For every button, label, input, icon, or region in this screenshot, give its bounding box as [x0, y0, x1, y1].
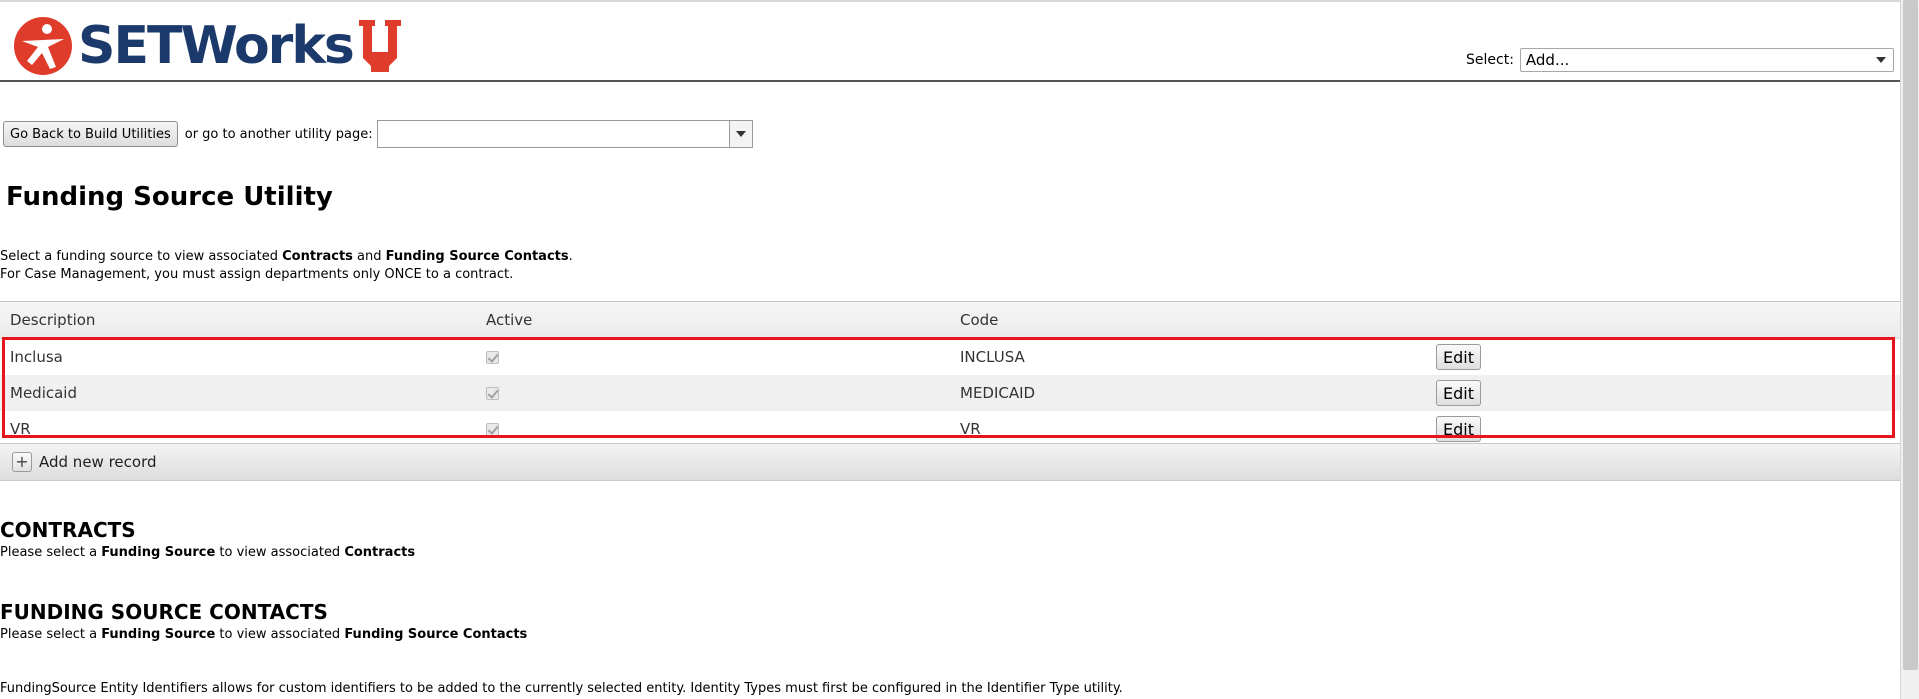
- utility-nav-text: or go to another utility page:: [184, 126, 373, 142]
- app-header: SETWorks Select: Add...: [0, 2, 1900, 82]
- add-new-record-link[interactable]: Add new record: [39, 453, 157, 471]
- intro-line-2: For Case Management, you must assign dep…: [0, 267, 514, 282]
- row-active-cell: [486, 375, 499, 411]
- page-scrollbar[interactable]: [1900, 0, 1919, 699]
- funding-source-grid: Description Active Code Inclusa INCLUSA …: [0, 301, 1900, 447]
- active-checkbox: [486, 386, 499, 400]
- utility-page-select[interactable]: [376, 120, 753, 148]
- funding-source-contacts-heading: FUNDING SOURCE CONTACTS: [0, 600, 328, 624]
- intro-line-1: Select a funding source to view associat…: [0, 248, 573, 266]
- intro-line-1-mid: and: [352, 249, 386, 264]
- row-actions: Edit: [1436, 375, 1481, 411]
- row-description: Inclusa: [10, 348, 63, 366]
- header-select-group: Select: Add...: [1466, 48, 1894, 72]
- logo-person-icon: [14, 17, 72, 75]
- chevron-down-icon: [735, 131, 746, 137]
- page-title: Funding Source Utility: [6, 182, 333, 212]
- table-row[interactable]: Inclusa INCLUSA Edit: [0, 339, 1900, 375]
- table-row[interactable]: Medicaid MEDICAID Edit: [0, 375, 1900, 411]
- edit-button[interactable]: Edit: [1436, 416, 1481, 442]
- intro-contracts-bold: Contracts: [282, 249, 353, 264]
- entity-identifiers-note: FundingSource Entity Identifiers allows …: [0, 681, 1123, 696]
- page: SETWorks Select: Add... Go Back to Build…: [0, 0, 1919, 699]
- row-code: VR: [960, 420, 981, 438]
- grid-header-row: Description Active Code: [0, 302, 1900, 339]
- contracts-heading: CONTRACTS: [0, 518, 136, 542]
- grid-footer: + Add new record: [0, 443, 1900, 481]
- active-checkbox: [486, 422, 499, 436]
- contracts-message-bold2: Contracts: [344, 545, 416, 560]
- add-select-dropdown[interactable]: Add...: [1519, 48, 1894, 72]
- scrollbar-thumb[interactable]: [1903, 0, 1918, 670]
- row-description: Medicaid: [10, 384, 77, 402]
- contacts-message-bold2: Funding Source Contacts: [344, 627, 528, 642]
- row-actions: Edit: [1436, 411, 1481, 447]
- contracts-message-bold1: Funding Source: [101, 545, 216, 560]
- row-code: MEDICAID: [960, 384, 1036, 402]
- utility-nav-row: Go Back to Build Utilities or go to anot…: [3, 120, 753, 148]
- contracts-message: Please select a Funding Source to view a…: [0, 545, 415, 560]
- intro-contacts-bold: Funding Source Contacts: [385, 249, 569, 264]
- contacts-message: Please select a Funding Source to view a…: [0, 627, 527, 642]
- contracts-message-prefix: Please select a: [0, 545, 102, 560]
- setworks-logo[interactable]: SETWorks: [12, 14, 403, 78]
- intro-line-1-prefix: Select a funding source to view associat…: [0, 249, 283, 264]
- row-active-cell: [486, 339, 499, 375]
- chevron-down-icon: [1875, 57, 1886, 63]
- column-header-code[interactable]: Code: [960, 302, 998, 338]
- intro-text: Select a funding source to view associat…: [0, 248, 573, 284]
- row-actions: Edit: [1436, 339, 1481, 375]
- row-code: INCLUSA: [960, 348, 1025, 366]
- row-active-cell: [486, 411, 499, 447]
- edit-button[interactable]: Edit: [1436, 344, 1481, 370]
- logo-text: SETWorks: [78, 16, 355, 76]
- table-row[interactable]: VR VR Edit: [0, 411, 1900, 447]
- add-select-value: Add...: [1525, 51, 1570, 69]
- row-description: VR: [10, 420, 31, 438]
- logo-u-mark-icon: [358, 20, 401, 72]
- column-header-description[interactable]: Description: [10, 302, 95, 338]
- contracts-message-mid: to view associated: [215, 545, 345, 560]
- contacts-message-prefix: Please select a: [0, 627, 102, 642]
- edit-button[interactable]: Edit: [1436, 380, 1481, 406]
- add-icon[interactable]: +: [12, 452, 32, 472]
- intro-line-1-suffix: .: [568, 249, 573, 264]
- go-back-button[interactable]: Go Back to Build Utilities: [3, 121, 178, 147]
- contacts-message-bold1: Funding Source: [101, 627, 216, 642]
- contacts-message-mid: to view associated: [215, 627, 345, 642]
- select-label: Select:: [1466, 52, 1514, 68]
- active-checkbox: [486, 350, 499, 364]
- column-header-active[interactable]: Active: [486, 302, 532, 338]
- utility-select-toggle[interactable]: [728, 121, 752, 147]
